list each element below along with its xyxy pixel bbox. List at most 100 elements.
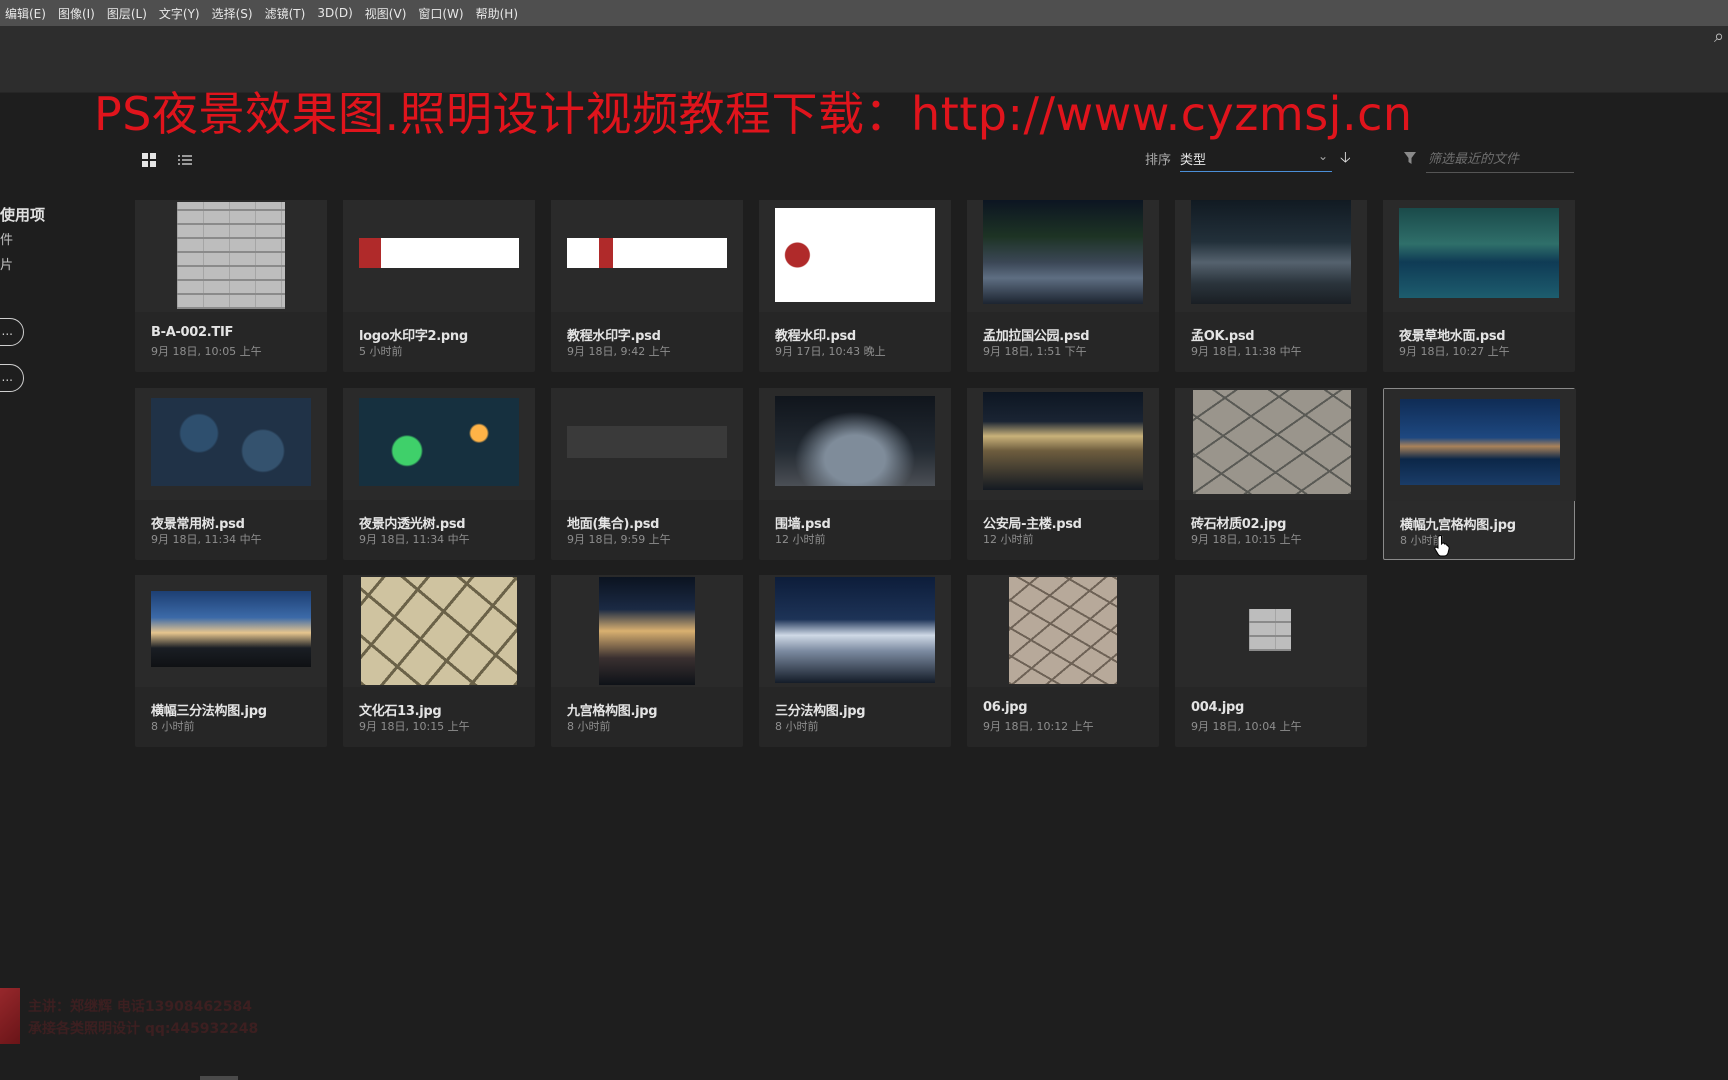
file-date: 9月 17日, 10:43 晚上 [775, 345, 886, 358]
file-thumbnail[interactable] [551, 200, 743, 312]
file-name: 文化石13.jpg [359, 704, 442, 719]
menu-item[interactable]: 3D(D) [312, 6, 359, 20]
file-date: 8 小时前 [151, 720, 195, 733]
file-thumbnail[interactable] [759, 200, 951, 312]
file-thumbnail[interactable] [1175, 575, 1367, 687]
file-thumbnail[interactable] [967, 575, 1159, 687]
file-name: 06.jpg [983, 700, 1028, 715]
file-thumbnail[interactable] [1383, 200, 1575, 312]
search-icon[interactable]: ⌕ [1714, 26, 1728, 47]
bottom-watermark: 主讲：郑继辉 电话13908462584 承接各类照明设计 qq:4459322… [28, 996, 258, 1040]
thumbnail-image [599, 577, 695, 685]
file-thumbnail[interactable] [343, 200, 535, 312]
thumbnail-image [1399, 208, 1559, 298]
file-name: 横幅三分法构图.jpg [151, 704, 267, 719]
file-thumbnail[interactable] [967, 200, 1159, 312]
file-card[interactable]: 夜景草地水面.psd 9月 18日, 10:27 上午 [1383, 200, 1575, 372]
file-card[interactable]: 地面(集合).psd 9月 18日, 9:59 上午 [551, 388, 743, 560]
file-thumbnail[interactable] [759, 575, 951, 687]
file-thumbnail[interactable] [551, 575, 743, 687]
thumbnail-image [983, 200, 1143, 304]
menu-item[interactable]: 滤镜(T) [260, 5, 313, 22]
thumbnail-image [1193, 390, 1351, 494]
thumbnail-image [151, 591, 311, 667]
menu-item[interactable]: 图像(I) [53, 5, 102, 22]
thumbnail-image [567, 238, 727, 268]
file-card[interactable]: 夜景常用树.psd 9月 18日, 11:34 中午 [135, 388, 327, 560]
file-card[interactable]: 文化石13.jpg 9月 18日, 10:15 上午 [343, 575, 535, 747]
file-date: 5 小时前 [359, 345, 403, 358]
file-card[interactable]: 横幅三分法构图.jpg 8 小时前 [135, 575, 327, 747]
watermark-banner: PS夜景效果图.照明设计视频教程下载：http://www.cyzmsj.cn [94, 87, 1413, 141]
filter-recent-files-input[interactable] [1426, 146, 1574, 173]
menu-item[interactable]: 窗口(W) [413, 5, 470, 22]
file-card[interactable]: 004.jpg 9月 18日, 10:04 上午 [1175, 575, 1367, 747]
file-thumbnail[interactable] [135, 200, 327, 312]
file-name: logo水印字2.png [359, 329, 468, 344]
file-card[interactable]: 孟加拉国公园.psd 9月 18日, 1:51 下午 [967, 200, 1159, 372]
watermark-line-2: 承接各类照明设计 qq:445932248 [28, 1021, 259, 1037]
file-date: 9月 18日, 11:38 中午 [1191, 345, 1302, 358]
file-thumbnail[interactable] [135, 575, 327, 687]
file-thumbnail[interactable] [135, 388, 327, 500]
thumbnail-image [359, 398, 519, 486]
file-card[interactable]: 孟OK.psd 9月 18日, 11:38 中午 [1175, 200, 1367, 372]
thumbnail-image [775, 208, 935, 302]
file-name: 横幅九宫格构图.jpg [1400, 518, 1516, 533]
menu-item[interactable]: 视图(V) [360, 5, 414, 22]
menu-item[interactable]: 图层(L) [102, 5, 154, 22]
file-card[interactable]: 围墙.psd 12 小时前 [759, 388, 951, 560]
list-view-icon[interactable] [178, 152, 194, 168]
file-date: 9月 18日, 9:42 上午 [567, 345, 671, 358]
file-name: 孟加拉国公园.psd [983, 329, 1090, 344]
sidebar-open-button[interactable]: ... [0, 364, 24, 392]
thumbnail-image [983, 392, 1143, 490]
sort-dropdown[interactable]: 类型 ⌄ [1180, 146, 1332, 172]
file-thumbnail[interactable] [1384, 389, 1576, 501]
file-card[interactable]: 三分法构图.jpg 8 小时前 [759, 575, 951, 747]
file-card[interactable]: 06.jpg 9月 18日, 10:12 上午 [967, 575, 1159, 747]
scrollbar-thumb[interactable] [200, 1076, 238, 1080]
file-date: 9月 18日, 1:51 下午 [983, 345, 1087, 358]
menu-item[interactable]: 选择(S) [207, 5, 260, 22]
file-date: 12 小时前 [775, 533, 826, 546]
file-name: 砖石材质02.jpg [1191, 517, 1287, 532]
file-date: 8 小时前 [775, 720, 819, 733]
menu-item[interactable]: 文字(Y) [154, 5, 207, 22]
sidebar-recent-heading[interactable]: 使用项 [0, 204, 45, 225]
grid-view-icon[interactable] [142, 152, 158, 168]
sidebar-item-files[interactable]: 件 [0, 229, 13, 248]
file-thumbnail[interactable] [343, 575, 535, 687]
file-date: 9月 18日, 10:15 上午 [359, 720, 470, 733]
file-thumbnail[interactable] [1175, 388, 1367, 500]
hand-cursor-icon [1434, 535, 1450, 557]
file-card[interactable]: 公安局-主楼.psd 12 小时前 [967, 388, 1159, 560]
thumbnail-image [775, 577, 935, 683]
file-card[interactable]: 夜景内透光树.psd 9月 18日, 11:34 中午 [343, 388, 535, 560]
file-card[interactable]: 教程水印字.psd 9月 18日, 9:42 上午 [551, 200, 743, 372]
menu-item[interactable]: 帮助(H) [471, 5, 525, 22]
file-card[interactable]: 九宫格构图.jpg 8 小时前 [551, 575, 743, 747]
file-date: 9月 18日, 10:04 上午 [1191, 720, 1302, 733]
thumbnail-image [1191, 200, 1351, 304]
file-date: 9月 18日, 10:12 上午 [983, 720, 1094, 733]
watermark-logo [0, 988, 20, 1044]
watermark-line-1: 主讲：郑继辉 电话13908462584 [28, 999, 253, 1015]
file-name: 教程水印.psd [775, 329, 856, 344]
file-thumbnail[interactable] [551, 388, 743, 500]
sort-direction-icon[interactable]: 🡣 [1340, 147, 1351, 172]
file-card[interactable]: 教程水印.psd 9月 17日, 10:43 晚上 [759, 200, 951, 372]
file-thumbnail[interactable] [1175, 200, 1367, 312]
thumbnail-image [177, 202, 285, 309]
file-card[interactable]: 横幅九宫格构图.jpg 8 小时前 [1383, 388, 1576, 560]
file-thumbnail[interactable] [967, 388, 1159, 500]
file-thumbnail[interactable] [343, 388, 535, 500]
sidebar-item-images[interactable]: 片 [0, 254, 13, 273]
file-thumbnail[interactable] [759, 388, 951, 500]
file-card[interactable]: logo水印字2.png 5 小时前 [343, 200, 535, 372]
file-card[interactable]: 砖石材质02.jpg 9月 18日, 10:15 上午 [1175, 388, 1367, 560]
thumbnail-image [775, 396, 935, 486]
file-card[interactable]: B-A-002.TIF 9月 18日, 10:05 上午 [135, 200, 327, 372]
menu-item[interactable]: 编辑(E) [0, 5, 53, 22]
sidebar-new-button[interactable]: ... [0, 318, 24, 346]
